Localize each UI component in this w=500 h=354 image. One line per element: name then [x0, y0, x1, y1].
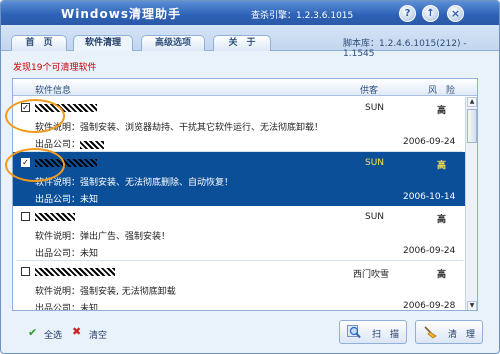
- row-author: SUN: [365, 212, 385, 222]
- tab-home[interactable]: 首 页: [11, 35, 67, 51]
- row-author: SUN: [365, 103, 385, 113]
- software-company: 出品公司：未知: [35, 195, 99, 205]
- software-list: 软件信息 供客 风 险 ✓ 软件说明：强制安装、浏览器劫持、干扰其它软件运行、无…: [12, 78, 478, 311]
- update-icon[interactable]: ↑: [422, 5, 439, 22]
- row-checkbox[interactable]: [21, 212, 30, 221]
- list-item[interactable]: ✓ 软件说明：强制安装、无法彻底删除、自动恢复！ 出品公司：未知 SUN 高 2…: [13, 152, 465, 206]
- magnifier-icon: [347, 325, 361, 339]
- software-desc: 软件说明：强制安装, 无法彻底卸载: [35, 287, 176, 297]
- row-risk: 高: [437, 161, 447, 171]
- header-risk: 风 险: [428, 86, 456, 96]
- tab-about[interactable]: 关 于: [213, 35, 271, 51]
- tab-strip: 首 页 软件清理 高级选项 关 于 脚本库：1.2.4.6.1015(212) …: [1, 25, 499, 59]
- script-version: 脚本库：1.2.4.6.1015(212) - 1.1545: [343, 39, 467, 59]
- close-icon[interactable]: ×: [447, 5, 464, 22]
- clear-icon[interactable]: ✖: [72, 325, 81, 338]
- row-risk: 高: [437, 106, 447, 116]
- app-window: Windows清理助手 查杀引擎：1.2.3.6.1015 ? ↑ × 首 页 …: [0, 0, 500, 354]
- tab-software-clean[interactable]: 软件清理: [73, 35, 133, 51]
- broom-icon: [424, 326, 437, 339]
- software-company: 出品公司：未知: [35, 249, 99, 259]
- clean-label: 清 理: [448, 330, 476, 340]
- header-author: 供客: [360, 86, 379, 96]
- row-author: SUN: [365, 158, 385, 168]
- row-risk: 高: [437, 215, 447, 225]
- list-item[interactable]: 软件说明：强制安装, 无法彻底卸载 出品公司：未知 西门吹雪 高 2006-09…: [13, 261, 465, 311]
- scan-button[interactable]: 扫 描: [339, 320, 407, 344]
- list-item[interactable]: ✓ 软件说明：强制安装、浏览器劫持、干扰其它软件运行、无法彻底卸载！ 出品公司：…: [13, 97, 465, 151]
- tab-advanced[interactable]: 高级选项: [141, 35, 205, 51]
- row-date: 2006-09-24: [403, 137, 456, 147]
- redacted-name: [35, 267, 115, 276]
- software-name: [35, 267, 115, 277]
- select-all-link[interactable]: 全选: [44, 328, 62, 341]
- scroll-up-icon[interactable]: ▲: [467, 97, 477, 107]
- list-item[interactable]: 软件说明：弹出广告、强制安装！ 出品公司：未知 SUN 高 2006-09-24: [13, 206, 465, 260]
- found-count-label: 发现19个可清理软件: [13, 63, 97, 73]
- engine-version: 查杀引擎：1.2.3.6.1015: [251, 11, 354, 21]
- annotation-circle: [5, 99, 65, 133]
- list-header: 软件信息 供客 风 险: [13, 79, 477, 96]
- select-all-icon[interactable]: ✔: [28, 326, 37, 339]
- row-date: 2006-10-14: [403, 192, 456, 202]
- annotation-circle: [5, 148, 65, 182]
- software-company: 出品公司：未知: [35, 304, 99, 311]
- scan-label: 扫 描: [372, 330, 400, 340]
- row-risk: 高: [437, 270, 447, 280]
- scroll-thumb[interactable]: [467, 109, 477, 143]
- app-title: Windows清理助手: [61, 7, 181, 21]
- header-software-info: 软件信息: [35, 86, 72, 96]
- redacted-name: [35, 212, 75, 221]
- row-author: 西门吹雪: [353, 270, 390, 280]
- software-desc: 软件说明：强制安装、浏览器劫持、干扰其它软件运行、无法彻底卸载！: [35, 123, 324, 133]
- row-date: 2006-09-24: [403, 246, 456, 256]
- software-name: [35, 212, 75, 222]
- redacted-company: [80, 140, 105, 149]
- software-desc: 软件说明：强制安装、无法彻底删除、自动恢复！: [35, 178, 234, 188]
- row-checkbox[interactable]: [21, 267, 30, 276]
- row-date: 2006-09-28: [403, 301, 456, 311]
- list-scrollbar[interactable]: ▲ ▼: [465, 97, 477, 310]
- clean-button[interactable]: 清 理: [415, 320, 483, 344]
- software-desc: 软件说明：弹出广告、强制安装！: [35, 232, 171, 242]
- scroll-down-icon[interactable]: ▼: [467, 301, 477, 310]
- clear-link[interactable]: 清空: [89, 328, 107, 341]
- help-icon[interactable]: ?: [399, 5, 416, 22]
- title-bar: Windows清理助手 查杀引擎：1.2.3.6.1015 ? ↑ ×: [1, 1, 499, 25]
